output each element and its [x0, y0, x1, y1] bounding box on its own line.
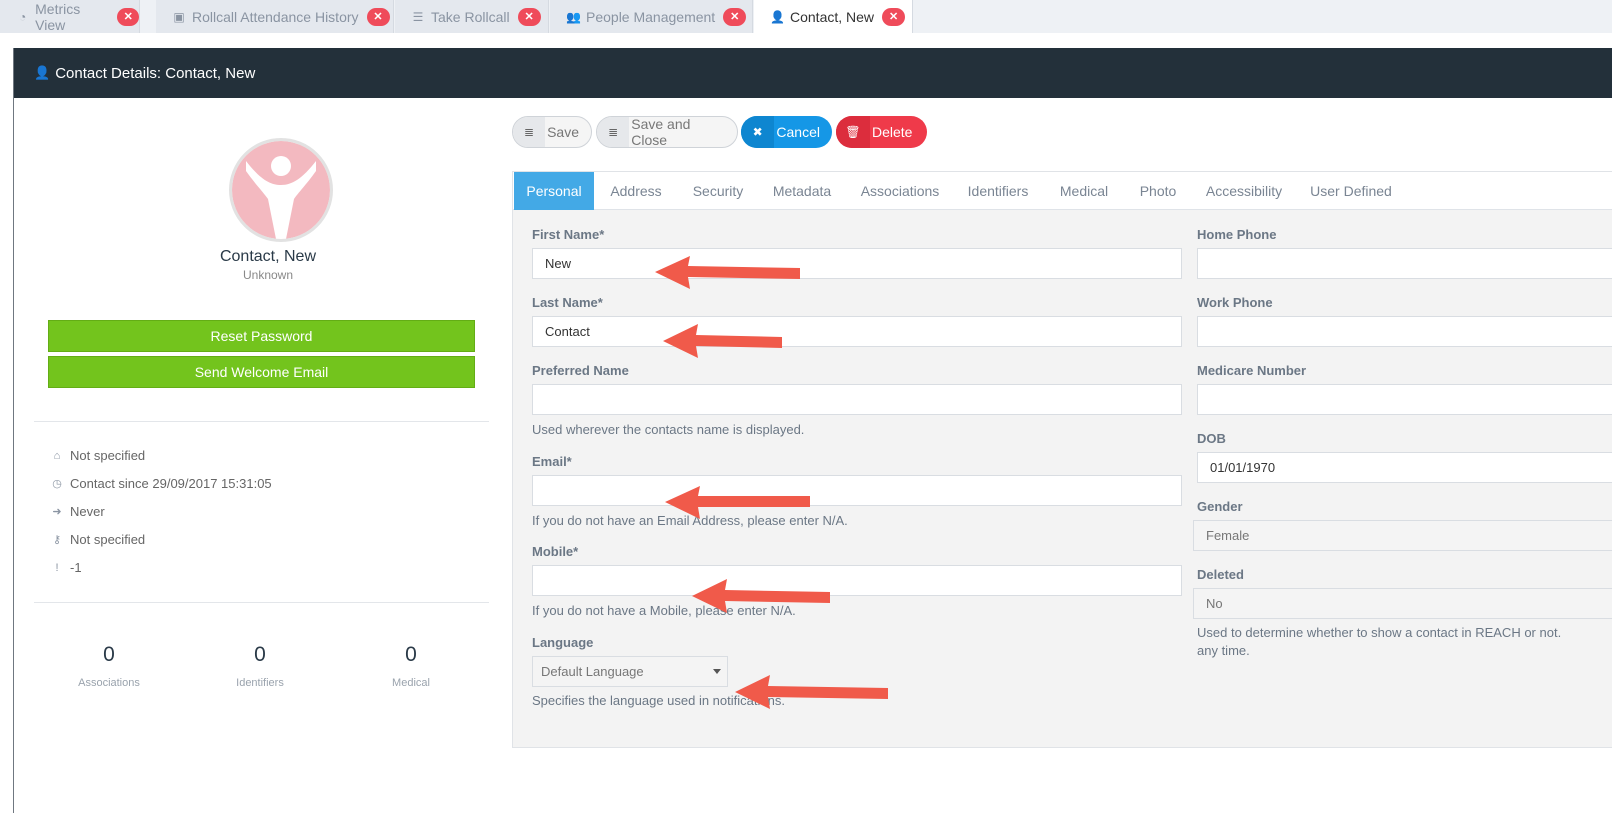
annotation-arrow-icon: [655, 256, 888, 709]
annotation-arrows: [655, 256, 888, 709]
